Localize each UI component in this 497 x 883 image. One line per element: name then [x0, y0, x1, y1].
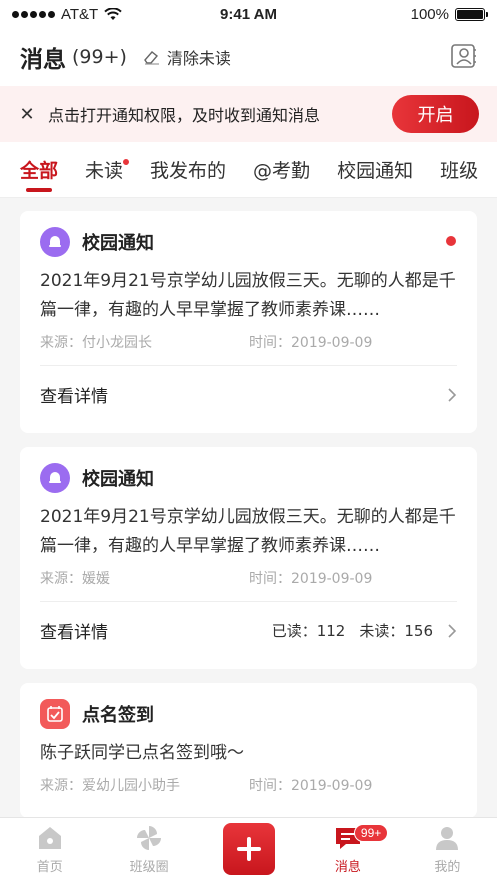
notification-permission-banner: ✕ 点击打开通知权限，及时收到通知消息 开启	[0, 86, 497, 142]
card-time: 时间：2019-09-09	[249, 335, 373, 351]
clear-unread-label: 清除未读	[166, 49, 231, 68]
tab-attendance-label: @考勤	[253, 160, 311, 182]
card-body: 2021年9月21号京学幼儿园放假三天。无聊的人都是千篇一律，有趣的人早早掌握了…	[40, 507, 456, 556]
card-time: 时间：2019-09-09	[249, 571, 373, 587]
signal-icon	[12, 10, 55, 18]
view-detail-link[interactable]: 查看详情	[40, 618, 108, 643]
clear-unread-button[interactable]: 清除未读	[143, 45, 231, 69]
chevron-right-icon	[448, 623, 457, 638]
tab-unread[interactable]: 未读	[85, 142, 130, 197]
card-source: 来源：媛媛	[40, 571, 110, 587]
enable-notifications-button[interactable]: 开启	[392, 95, 479, 133]
tabbar-class-circle[interactable]: 班级圈	[99, 818, 198, 883]
view-detail-row[interactable]: 查看详情 已读：112 未读：156	[40, 601, 457, 659]
tabbar-messages[interactable]: 99+ 消息	[298, 818, 397, 883]
user-icon	[436, 827, 459, 850]
unread-dot	[123, 158, 130, 165]
battery-icon	[455, 7, 488, 21]
tab-attendance[interactable]: @考勤	[253, 142, 311, 197]
card-source: 来源：付小龙园长	[40, 335, 152, 351]
view-detail-row[interactable]: 查看详情	[40, 365, 457, 423]
carrier-label: AT&T	[61, 5, 99, 23]
wifi-icon	[104, 7, 122, 20]
tabbar-messages-label: 消息	[334, 860, 361, 875]
status-bar: AT&T 9:41 AM 100%	[0, 0, 497, 28]
tab-class[interactable]: 班级	[440, 142, 479, 197]
tab-all[interactable]: 全部	[20, 142, 59, 197]
close-icon[interactable]: ✕	[18, 104, 36, 125]
tabbar-home-label: 首页	[36, 860, 63, 875]
card-time: 时间：2019-09-09	[249, 778, 373, 794]
tabbar-mine[interactable]: 我的	[398, 818, 497, 883]
banner-text: 点击打开通知权限，及时收到通知消息	[48, 106, 321, 125]
tab-campus-notice[interactable]: 校园通知	[337, 142, 414, 197]
message-card[interactable]: 校园通知 2021年9月21号京学幼儿园放假三天。无聊的人都是千篇一律，有趣的人…	[20, 447, 477, 669]
battery-percent: 100%	[410, 5, 449, 23]
message-tabs: 全部 未读 我发布的 @考勤 校园通知 班级	[0, 142, 497, 198]
tabbar-class-circle-label: 班级圈	[129, 860, 169, 875]
tab-campus-notice-label: 校园通知	[337, 160, 414, 182]
tab-class-label: 班级	[440, 160, 479, 182]
tab-all-label: 全部	[20, 160, 59, 182]
page-header: 消息 (99+) 清除未读	[0, 28, 497, 86]
messages-badge: 99+	[353, 824, 389, 842]
bell-icon	[40, 227, 70, 257]
unread-count: (99+)	[72, 46, 127, 68]
card-title: 校园通知	[82, 469, 154, 490]
tabbar-add[interactable]	[199, 818, 298, 883]
card-source: 来源：爱幼儿园小助手	[40, 778, 180, 794]
eraser-icon	[144, 51, 159, 65]
message-card[interactable]: 校园通知 2021年9月21号京学幼儿园放假三天。无聊的人都是千篇一律，有趣的人…	[20, 211, 477, 433]
chevron-right-icon	[448, 387, 457, 402]
tab-my-posts-label: 我发布的	[150, 160, 227, 182]
page-title: 消息	[20, 47, 66, 73]
plus-icon[interactable]	[222, 822, 275, 875]
pinwheel-icon	[137, 826, 162, 850]
message-card[interactable]: 点名签到 陈子跃同学已点名签到哦～ 来源：爱幼儿园小助手 时间：2019-09-…	[20, 683, 477, 818]
checkin-calendar-icon	[40, 699, 70, 729]
card-title: 点名签到	[82, 705, 154, 726]
home-icon	[38, 827, 61, 849]
read-count: 已读：112	[271, 622, 346, 640]
tabbar-home[interactable]: 首页	[0, 818, 99, 883]
bell-icon	[40, 463, 70, 493]
tab-my-posts[interactable]: 我发布的	[150, 142, 227, 197]
contacts-icon[interactable]	[451, 44, 477, 68]
card-body: 2021年9月21号京学幼儿园放假三天。无聊的人都是千篇一律，有趣的人早早掌握了…	[40, 271, 456, 320]
tabbar-mine-label: 我的	[434, 860, 461, 875]
unread-indicator	[446, 236, 456, 246]
view-detail-link[interactable]: 查看详情	[40, 382, 108, 407]
bottom-tab-bar: 首页 班级圈 99+ 消息 我的	[0, 817, 497, 883]
card-title: 校园通知	[82, 233, 154, 254]
card-body: 陈子跃同学已点名签到哦～	[40, 743, 244, 763]
tab-unread-label: 未读	[85, 160, 124, 182]
unread-count-label: 未读：156	[359, 622, 433, 640]
